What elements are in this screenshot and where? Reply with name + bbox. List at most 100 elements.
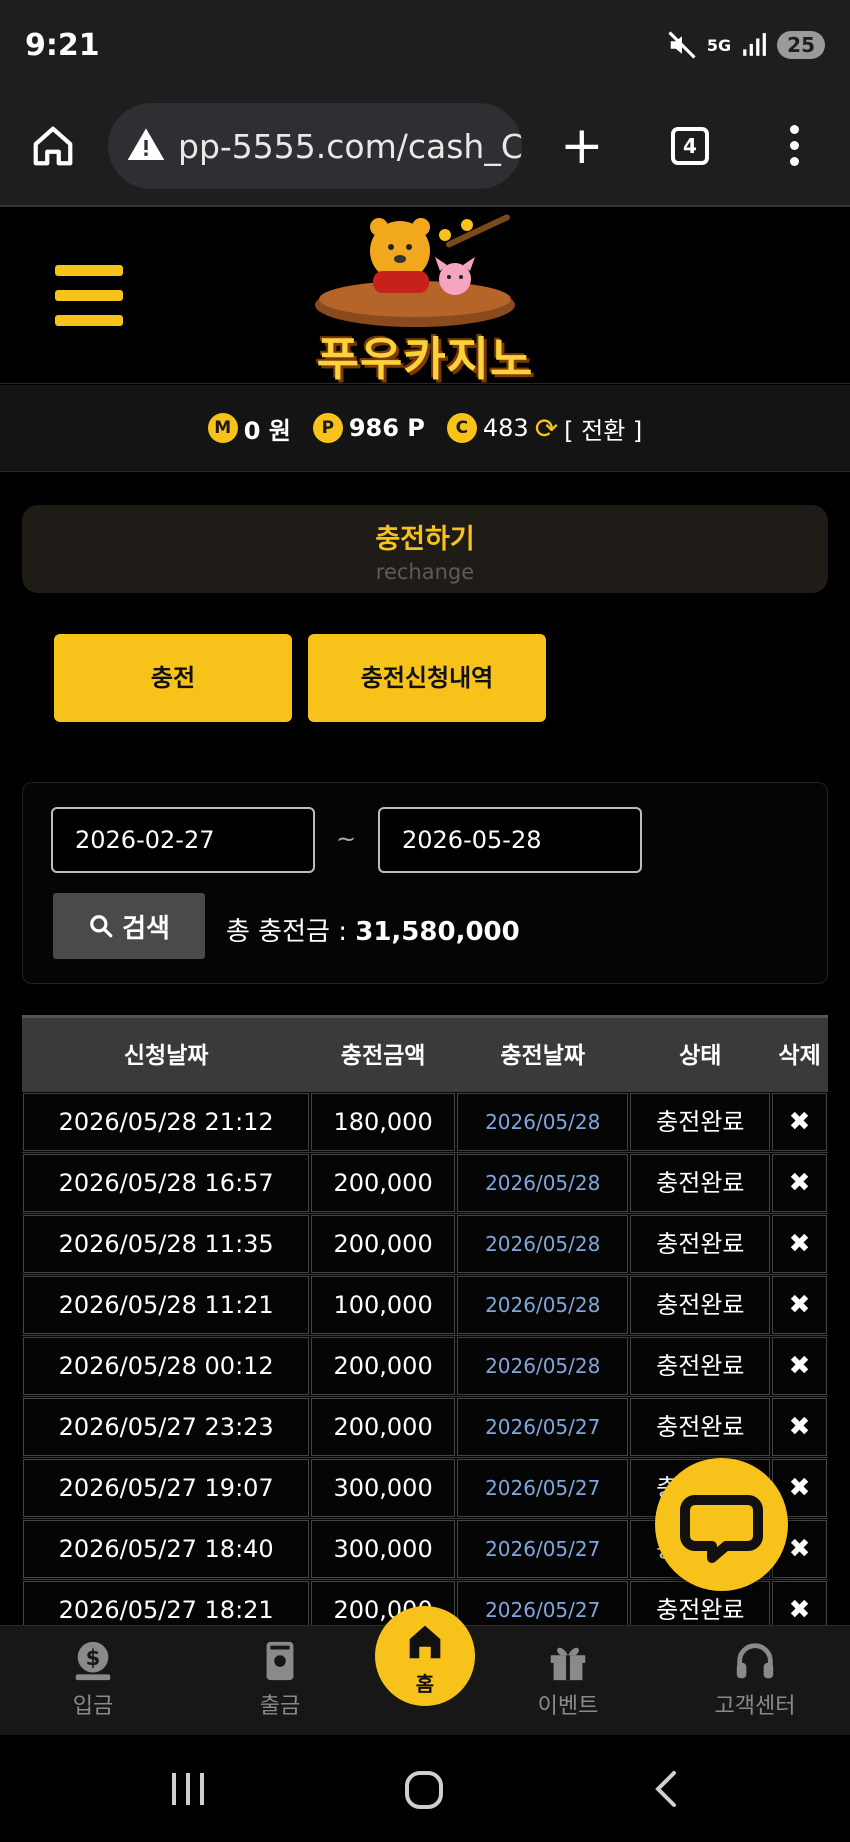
amount-cell: 300,000 [311,1520,455,1578]
delete-icon[interactable]: ✖ [772,1154,827,1212]
request-date-cell: 2026/05/28 00:12 [23,1337,310,1395]
money-balance: M 0 원 [207,411,291,446]
table-header: 신청날짜 충전금액 충전날짜 상태 삭제 [22,1015,828,1092]
headset-icon [736,1643,774,1679]
request-date-cell: 2026/05/28 11:35 [23,1215,310,1273]
house-icon [409,1625,441,1659]
header-delete: 삭제 [778,1043,821,1069]
status-cell: 충전완료 [630,1276,771,1334]
nav-support[interactable]: 고객센터 [695,1638,815,1720]
amount-cell: 200,000 [311,1154,455,1212]
table-row: 2026/05/28 11:35 200,000 2026/05/28 충전완료 ✖ [22,1214,828,1275]
signal-icon [743,33,767,56]
charge-date-link[interactable]: 2026/05/28 [456,1337,629,1395]
chat-bubble-icon [680,1495,763,1563]
delete-icon[interactable]: ✖ [772,1398,827,1456]
tab-switcher-button[interactable]: 4 [671,127,709,165]
refresh-icon[interactable]: ⟳ [535,412,558,445]
status-cell: 충전완료 [630,1215,771,1273]
header-request-date: 신청날짜 [123,1043,209,1069]
convert-link[interactable]: [ 전환 ] [564,411,642,446]
charge-date-link[interactable]: 2026/05/27 [456,1520,629,1578]
table-row: 2026/05/28 21:12 180,000 2026/05/28 충전완료 ✖ [22,1092,828,1153]
back-icon[interactable] [650,1769,680,1809]
mute-icon [668,31,696,59]
charge-date-link[interactable]: 2026/05/28 [456,1215,629,1273]
logo-illustration [315,214,515,327]
request-date-cell: 2026/05/28 11:21 [23,1276,310,1334]
new-tab-button[interactable]: + [560,120,604,172]
tab-recharge-history[interactable]: 충전신청내역 [308,634,546,722]
amount-cell: 180,000 [311,1093,455,1151]
nav-withdraw[interactable]: 출금 [220,1638,340,1720]
charge-date-link[interactable]: 2026/05/28 [456,1154,629,1212]
site-logo[interactable]: 푸우카지노 [295,213,555,386]
system-navigation-bar [0,1735,850,1842]
charge-date-link[interactable]: 2026/05/28 [456,1276,629,1334]
end-date-input[interactable]: 2026-05-28 [378,807,642,873]
battery-badge: 25 [777,31,825,59]
coin-value: 483 [482,414,529,442]
date-separator: ~ [336,825,357,853]
header-charge-date: 충전날짜 [500,1043,586,1069]
page-subtitle: rechange [375,560,475,584]
home-circle-icon[interactable] [403,1769,445,1811]
nav-home[interactable]: 홈 [375,1606,475,1706]
search-button-label: 검색 [122,913,170,944]
amount-cell: 300,000 [311,1459,455,1517]
request-date-cell: 2026/05/27 23:23 [23,1398,310,1456]
browser-toolbar: pp-5555.com/cash_C + 4 [0,95,850,207]
delete-icon[interactable]: ✖ [772,1337,827,1395]
address-bar[interactable]: pp-5555.com/cash_C [108,103,522,189]
site-header: 푸우카지노 [0,209,850,386]
status-cell: 충전완료 [630,1093,771,1151]
url-text[interactable]: pp-5555.com/cash_C [178,127,522,166]
charge-date-link[interactable]: 2026/05/27 [456,1459,629,1517]
balance-bar: M 0 원 P 986 P C 483 ⟳ [ 전환 ] [0,385,850,472]
total-recharge: 총 충전금 : 31,580,000 [226,911,520,948]
svg-text:$: $ [86,1645,101,1670]
amount-cell: 100,000 [311,1276,455,1334]
home-icon[interactable] [30,123,76,169]
status-time: 9:21 [25,28,100,63]
c-coin-icon: C [446,413,477,443]
delete-icon[interactable]: ✖ [772,1093,827,1151]
browser-menu-icon[interactable] [790,125,802,173]
charge-date-link[interactable]: 2026/05/27 [456,1398,629,1456]
header-status: 상태 [679,1043,722,1069]
nav-deposit-label: 입금 [72,1694,114,1719]
nav-event[interactable]: 이벤트 [508,1638,628,1720]
search-panel: 2026-02-27 ~ 2026-05-28 검색 총 충전금 : 31,58… [22,782,828,984]
header-amount: 충전금액 [340,1043,426,1069]
logo-text: 푸우카지노 [316,332,534,386]
status-cell: 충전완료 [630,1154,771,1212]
table-row: 2026/05/27 23:23 200,000 2026/05/27 충전완료 ✖ [22,1397,828,1458]
request-date-cell: 2026/05/27 19:07 [23,1459,310,1517]
tab-recharge[interactable]: 충전 [54,634,292,722]
search-icon [90,915,113,938]
nav-deposit[interactable]: $ 입금 [33,1638,153,1720]
chat-button[interactable] [655,1458,788,1591]
start-date-input[interactable]: 2026-02-27 [51,807,315,873]
money-value: 0 원 [243,416,291,445]
hamburger-menu-icon[interactable] [55,265,123,340]
withdraw-icon [266,1641,294,1681]
amount-cell: 200,000 [311,1398,455,1456]
nav-home-label: 홈 [415,1672,435,1696]
recent-apps-icon[interactable] [168,1771,208,1807]
table-row: 2026/05/28 00:12 200,000 2026/05/28 충전완료 ✖ [22,1336,828,1397]
charge-date-link[interactable]: 2026/05/27 [456,1581,629,1625]
warning-icon[interactable] [126,125,166,165]
charge-date-link[interactable]: 2026/05/28 [456,1093,629,1151]
search-button[interactable]: 검색 [53,893,205,959]
nav-support-label: 고객센터 [714,1694,796,1719]
network-label: 5G [706,35,732,55]
point-coin-icon: P [312,413,343,443]
delete-icon[interactable]: ✖ [772,1215,827,1273]
table-row: 2026/05/28 16:57 200,000 2026/05/28 충전완료 ✖ [22,1153,828,1214]
total-label: 총 충전금 : [226,917,347,947]
status-cell: 충전완료 [630,1398,771,1456]
amount-cell: 200,000 [311,1337,455,1395]
delete-icon[interactable]: ✖ [772,1276,827,1334]
request-date-cell: 2026/05/27 18:40 [23,1520,310,1578]
